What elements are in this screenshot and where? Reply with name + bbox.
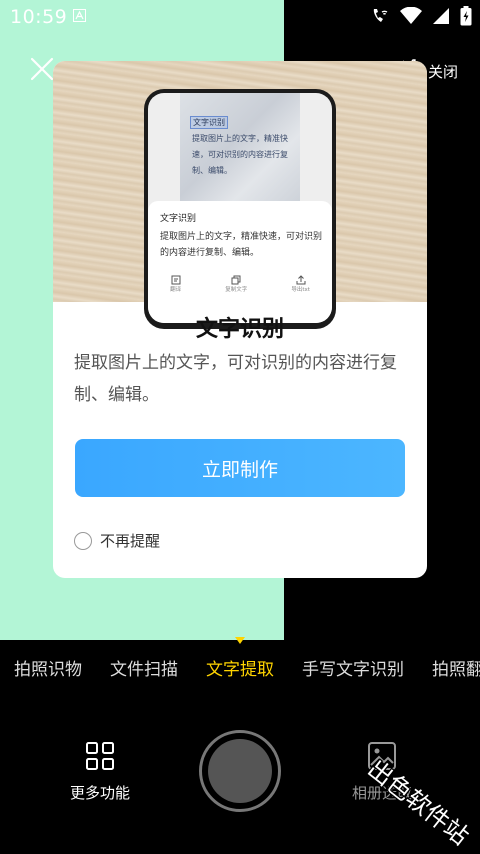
sheet-title: 文字识别 [160,214,197,224]
close-camera-icon[interactable] [30,57,54,81]
paper-highlight: 文字识别 [190,116,228,129]
status-time: 10:59 [10,6,68,28]
mode-tab-object-recognition[interactable]: 拍照识物 [14,655,82,680]
dialog-illustration: 文字识别 提取图片上的文字，精准快 速，可对识别的内容进行复 制、编辑。 文字识… [53,61,427,329]
sheet-action-label: 复制文字 [225,287,248,293]
feature-intro-dialog: 文字识别 提取图片上的文字，精准快 速，可对识别的内容进行复 制、编辑。 文字识… [53,61,427,578]
shutter-button[interactable] [199,730,281,812]
sheet-action-export: 导出txt [291,275,310,293]
grid-icon [86,742,114,770]
sheet-action-copy: 复制文字 [225,275,247,293]
start-making-button[interactable]: 立即制作 [75,439,405,497]
paper-line: 速，可对识别的内容进行复 [192,150,288,159]
battery-icon [460,6,472,26]
mode-tab-photo-translate[interactable]: 拍照翻 [432,655,480,680]
sheet-action-translate: 翻译 [170,275,181,293]
wifi-call-icon [373,9,388,22]
no-remind-option[interactable]: 不再提醒 [74,530,160,551]
album-select-button[interactable]: 相册选取 [344,742,420,803]
dialog-title: 文字识别 [195,317,284,342]
illustration-phone: 文字识别 提取图片上的文字，精准快 速，可对识别的内容进行复 制、编辑。 文字识… [144,89,336,329]
shutter-inner [208,739,272,803]
no-remind-radio[interactable] [74,531,92,550]
illustration-result-sheet: 文字识别 提取图片上的文字，精准快速，可对识别的内容进行复制、编辑。 翻译 复制… [148,201,332,323]
sheet-action-label: 翻译 [170,287,182,293]
mode-tabs: 拍照识物 文件扫描 文字提取 手写文字识别 拍照翻 [0,655,480,685]
active-mode-indicator-icon [235,637,245,644]
dialog-description: 提取图片上的文字，可对识别的内容进行复制、编辑。 [74,353,397,405]
flash-label: 关闭 [428,62,459,81]
more-functions-label: 更多功能 [69,784,130,802]
no-remind-label: 不再提醒 [100,532,161,550]
mode-tab-handwriting[interactable]: 手写文字识别 [302,655,404,680]
illustration-paper: 文字识别 提取图片上的文字，精准快 速，可对识别的内容进行复 制、编辑。 [180,93,300,203]
notification-icon [73,9,86,22]
copy-icon [231,275,241,285]
share-icon [296,275,306,285]
sheet-body: 提取图片上的文字，精准快速，可对识别的内容进行复制、编辑。 [160,232,323,258]
mode-tab-document-scan[interactable]: 文件扫描 [110,655,178,680]
mode-tab-text-extraction[interactable]: 文字提取 [206,655,274,680]
status-bar: 10:59 [0,0,480,34]
paper-line: 提取图片上的文字，精准快 [192,134,288,143]
wifi-icon [400,7,422,24]
album-select-label: 相册选取 [351,784,412,802]
status-icons [370,6,472,26]
illustration-phone-screen: 文字识别 提取图片上的文字，精准快 速，可对识别的内容进行复 制、编辑。 文字识… [148,93,332,323]
sheet-actions: 翻译 复制文字 导出txt [148,275,332,293]
more-functions-button[interactable]: 更多功能 [64,742,136,803]
paper-line: 制、编辑。 [192,166,232,175]
sheet-action-label: 导出txt [291,287,310,293]
signal-icon [433,8,449,24]
translate-icon [171,275,181,285]
gallery-icon [368,742,396,770]
